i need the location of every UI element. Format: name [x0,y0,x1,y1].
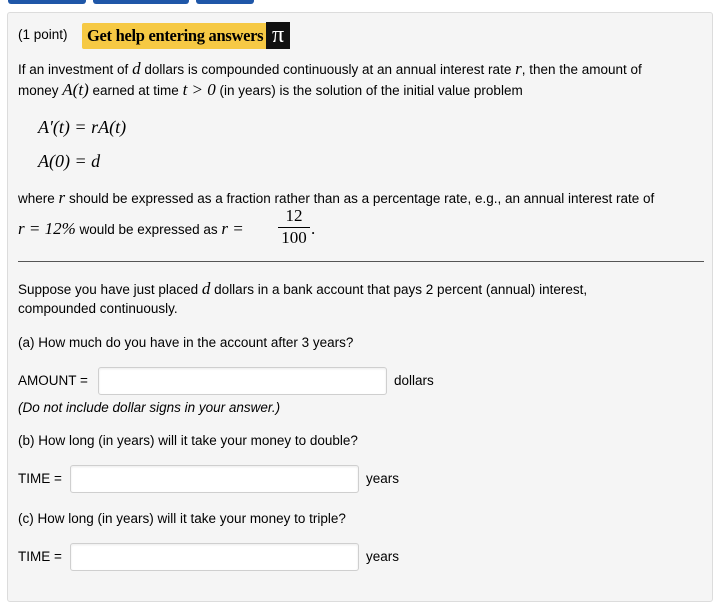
note-line-1: where r should be expressed as a fractio… [18,188,655,207]
amount-unit: dollars [394,373,434,388]
top-tab-strip [0,0,717,6]
amount-input[interactable] [98,367,387,395]
fraction-numerator: 12 [285,206,303,225]
problem-line-2: compounded continuously. [18,301,178,316]
math-help-icon[interactable]: π [266,22,290,49]
time-triple-label: TIME = [18,549,62,564]
tab-3[interactable] [196,0,254,4]
tab-2[interactable] [93,0,189,4]
intro-line-1: If an investment of d dollars is compoun… [18,59,642,78]
intro-line-2: money A(t) earned at time t > 0 (in year… [18,80,523,99]
example-fraction: 12 100 [278,207,310,247]
problem-line-1: Suppose you have just placed d dollars i… [18,279,588,298]
question-c: (c) How long (in years) will it take you… [18,511,346,526]
time-triple-input[interactable] [70,543,359,571]
initial-condition: A(0) = d [38,151,101,171]
question-a: (a) How much do you have in the account … [18,335,354,350]
points-label: (1 point) [18,27,68,42]
note-line-2: r = 12% would be expressed as r = [18,219,244,238]
tab-1[interactable] [8,0,86,4]
time-double-label: TIME = [18,471,62,486]
time-triple-unit: years [366,549,400,564]
problem-panel: (1 point) Get help entering answers π If… [7,12,713,602]
fraction-period: . [311,219,316,238]
fraction-denominator: 100 [281,228,307,247]
section-divider [18,261,704,262]
ode-equation: A′(t) = rA(t) [38,117,127,137]
amount-hint: (Do not include dollar signs in your ans… [18,400,281,415]
help-button[interactable]: Get help entering answers [82,23,269,49]
time-double-input[interactable] [70,465,359,493]
time-double-unit: years [366,471,400,486]
question-b: (b) How long (in years) will it take you… [18,433,358,448]
amount-label: AMOUNT = [18,373,88,388]
